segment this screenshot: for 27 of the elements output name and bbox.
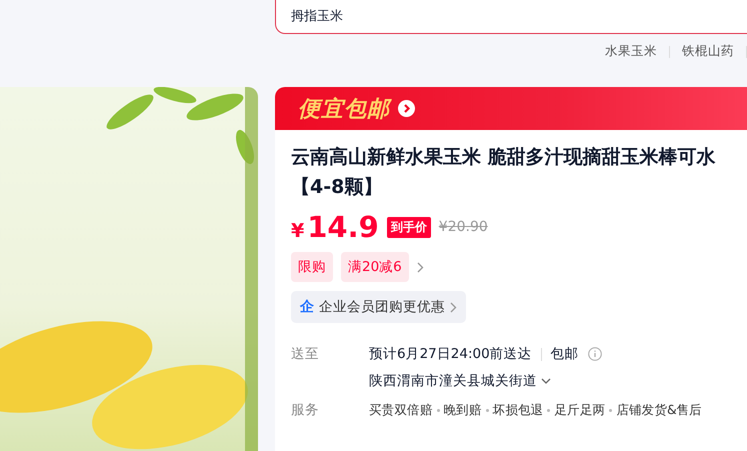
product-title: 【4-8颗】 bbox=[291, 175, 384, 200]
delivery-label: 送至 bbox=[291, 345, 320, 363]
chevron-right-icon bbox=[416, 262, 424, 272]
info-icon[interactable] bbox=[588, 347, 602, 361]
price-tag: 到手价 bbox=[386, 216, 431, 238]
enterprise-icon: 企 bbox=[300, 298, 314, 316]
service-item: 店铺发货&售后 bbox=[616, 402, 702, 418]
service-label: 服务 bbox=[291, 401, 320, 419]
product-title: 云南高山新鲜水果玉米 脆甜多汁现摘甜玉米棒可水 bbox=[291, 145, 717, 170]
promo-banner-title: 便宜包邮 bbox=[298, 96, 390, 124]
service-item: 晚到赔 bbox=[444, 402, 482, 418]
enterprise-offer-button[interactable]: 企 企业会员团购更优惠 bbox=[291, 291, 466, 323]
delivery-eta: 预计6月27日24:00前送达 bbox=[369, 345, 532, 363]
service-item: 坏损包退 bbox=[492, 402, 544, 418]
currency-symbol: ¥ bbox=[291, 220, 304, 242]
shipping-info: 包邮 bbox=[550, 345, 579, 363]
service-item: 足斤足两 bbox=[554, 402, 606, 418]
original-price: ¥20.90 bbox=[438, 219, 488, 235]
hot-search-link[interactable]: 铁棍山药 bbox=[670, 43, 746, 60]
caret-down-icon bbox=[541, 378, 551, 384]
chevron-right-icon bbox=[450, 302, 457, 312]
chevron-circle-icon bbox=[398, 100, 415, 117]
hot-search-link[interactable]: 水果玉米 bbox=[593, 43, 669, 60]
search-field[interactable]: 拇指玉米 bbox=[275, 0, 747, 34]
price-amount: 14.9 bbox=[307, 210, 379, 244]
delivery-address[interactable]: 陕西渭南市潼关县城关街道 bbox=[369, 372, 537, 390]
service-item: 买贵双倍赔 bbox=[369, 402, 433, 418]
